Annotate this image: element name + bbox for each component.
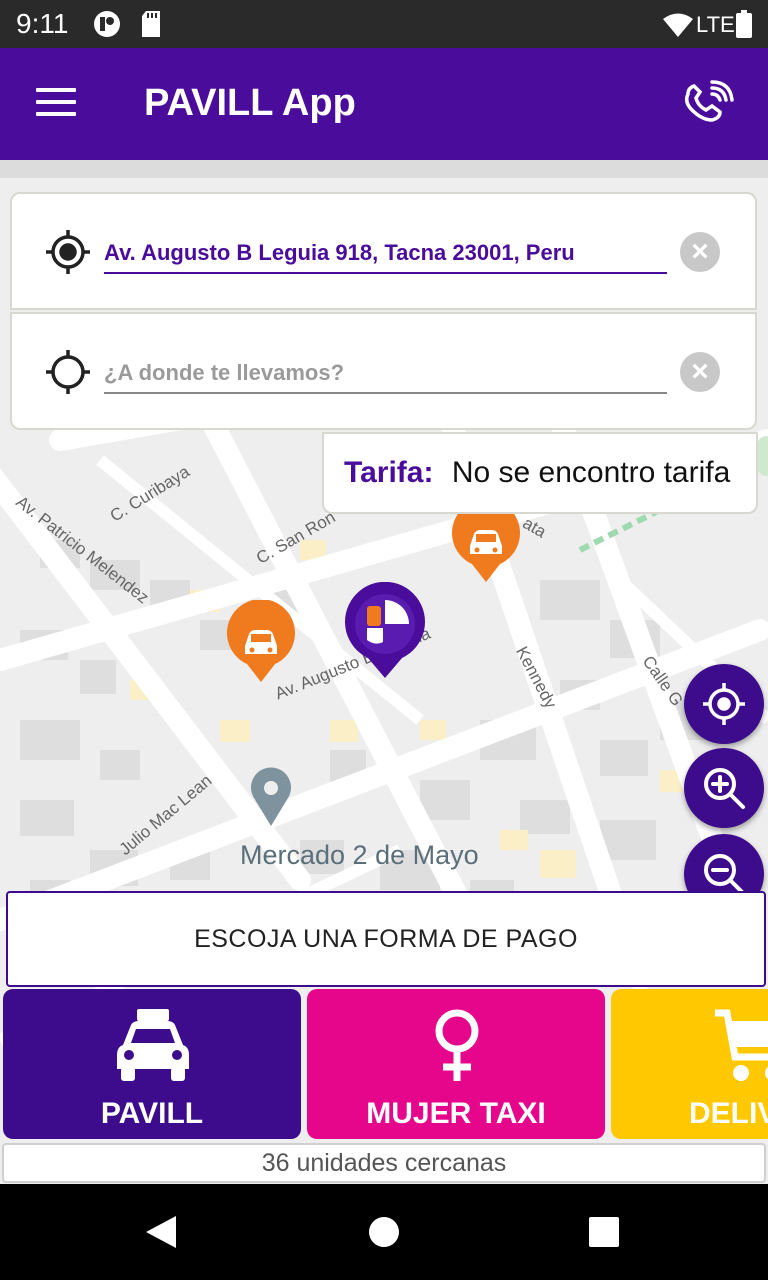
- status-bar: 9:11 LTE: [0, 0, 768, 48]
- sd-card-icon: [140, 10, 162, 43]
- map-top-strip: [0, 160, 768, 178]
- service-label: DELIV: [689, 1097, 768, 1130]
- zoom-in-icon: [704, 768, 745, 809]
- female-symbol-icon: [431, 1007, 483, 1088]
- origin-card: Av. Augusto B Leguia 918, Tacna 23001, P…: [10, 192, 757, 310]
- locate-me-button[interactable]: [684, 664, 764, 744]
- taxi-icon: [113, 1007, 193, 1088]
- phone-call-icon[interactable]: [682, 80, 738, 131]
- fare-value: No se encontro tarifa: [451, 456, 731, 489]
- location-target-icon[interactable]: [44, 348, 92, 401]
- system-nav-bar: [0, 1184, 768, 1280]
- zoom-out-icon: [704, 854, 745, 895]
- crosshair-icon: [703, 683, 745, 725]
- service-label: MUJER TAXI: [366, 1097, 546, 1130]
- app-bar: PAVILL App: [0, 48, 768, 160]
- nearby-units-text: 36 unidades cercanas: [2, 1143, 766, 1183]
- service-label: PAVILL: [100, 1097, 204, 1130]
- poi-pin-icon[interactable]: [248, 764, 294, 833]
- notification-app-icon: [92, 10, 122, 43]
- current-location-marker: [340, 581, 430, 685]
- poi-label: Mercado 2 de Mayo: [240, 840, 479, 870]
- taxi-marker[interactable]: [225, 599, 297, 689]
- service-mujer-taxi-button[interactable]: MUJER TAXI: [307, 989, 605, 1139]
- service-pavill-button[interactable]: PAVILL: [3, 989, 301, 1139]
- origin-input[interactable]: Av. Augusto B Leguia 918, Tacna 23001, P…: [104, 238, 667, 274]
- shopping-cart-icon: [713, 1007, 768, 1092]
- fare-label: Tarifa:: [344, 456, 434, 489]
- destination-card: ¿A donde te llevamos? ×: [10, 312, 757, 430]
- network-type: LTE: [696, 12, 735, 37]
- home-icon[interactable]: [368, 1216, 400, 1253]
- back-icon[interactable]: [144, 1214, 178, 1255]
- service-delivery-button[interactable]: DELIV: [611, 989, 768, 1139]
- status-time: 9:11: [16, 8, 69, 39]
- destination-input[interactable]: ¿A donde te llevamos?: [104, 358, 667, 394]
- recents-icon[interactable]: [588, 1216, 620, 1253]
- battery-icon: [736, 10, 752, 43]
- payment-method-button[interactable]: ESCOJA UNA FORMA DE PAGO: [6, 891, 766, 987]
- wifi-icon: [662, 12, 694, 43]
- my-location-icon[interactable]: [44, 228, 92, 281]
- app-title: PAVILL App: [144, 82, 356, 124]
- clear-destination-icon[interactable]: ×: [680, 352, 720, 392]
- fare-box: Tarifa: No se encontro tarifa: [322, 432, 758, 514]
- hamburger-menu-icon[interactable]: [36, 88, 76, 120]
- clear-origin-icon[interactable]: ×: [680, 232, 720, 272]
- zoom-in-button[interactable]: [684, 748, 764, 828]
